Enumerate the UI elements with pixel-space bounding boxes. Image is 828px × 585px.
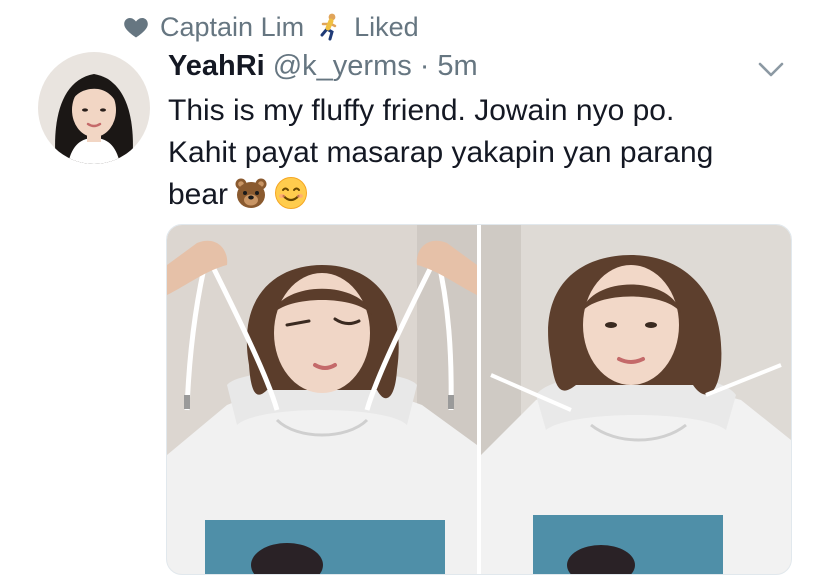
media-photo-2[interactable] bbox=[481, 225, 791, 574]
tweet-text-line: Kahit payat masarap yakapin yan parang bbox=[168, 136, 714, 169]
social-action-label: Liked bbox=[354, 11, 419, 42]
media-photo-1[interactable] bbox=[167, 225, 477, 574]
timestamp[interactable]: 5m bbox=[437, 50, 477, 83]
display-name[interactable]: YeahRi bbox=[168, 50, 265, 83]
chevron-down-icon[interactable] bbox=[754, 52, 788, 86]
tweet-text-line-last: bear bbox=[168, 174, 808, 216]
smiling-face-emoji-icon bbox=[274, 176, 308, 210]
separator-dot: · bbox=[419, 49, 430, 82]
avatar-photo bbox=[38, 52, 150, 164]
media-grid bbox=[166, 224, 792, 575]
heart-icon bbox=[122, 13, 150, 41]
tweet-text: This is my fluffy friend. Jowain nyo po.… bbox=[168, 90, 808, 216]
photo-illustration bbox=[167, 225, 477, 574]
tweet-text-line: bear bbox=[168, 178, 229, 211]
avatar[interactable] bbox=[38, 52, 150, 164]
runner-emoji-icon bbox=[314, 12, 344, 42]
social-context[interactable]: Captain Lim Liked bbox=[122, 10, 419, 44]
photo-illustration bbox=[481, 225, 791, 574]
tweet-header: YeahRi @k_yerms · 5m bbox=[168, 46, 478, 86]
bear-emoji-icon bbox=[234, 176, 268, 210]
tweet-text-line: This is my fluffy friend. Jowain nyo po. bbox=[168, 94, 675, 127]
user-handle[interactable]: @k_yerms bbox=[273, 50, 412, 83]
liker-name[interactable]: Captain Lim bbox=[160, 12, 304, 43]
